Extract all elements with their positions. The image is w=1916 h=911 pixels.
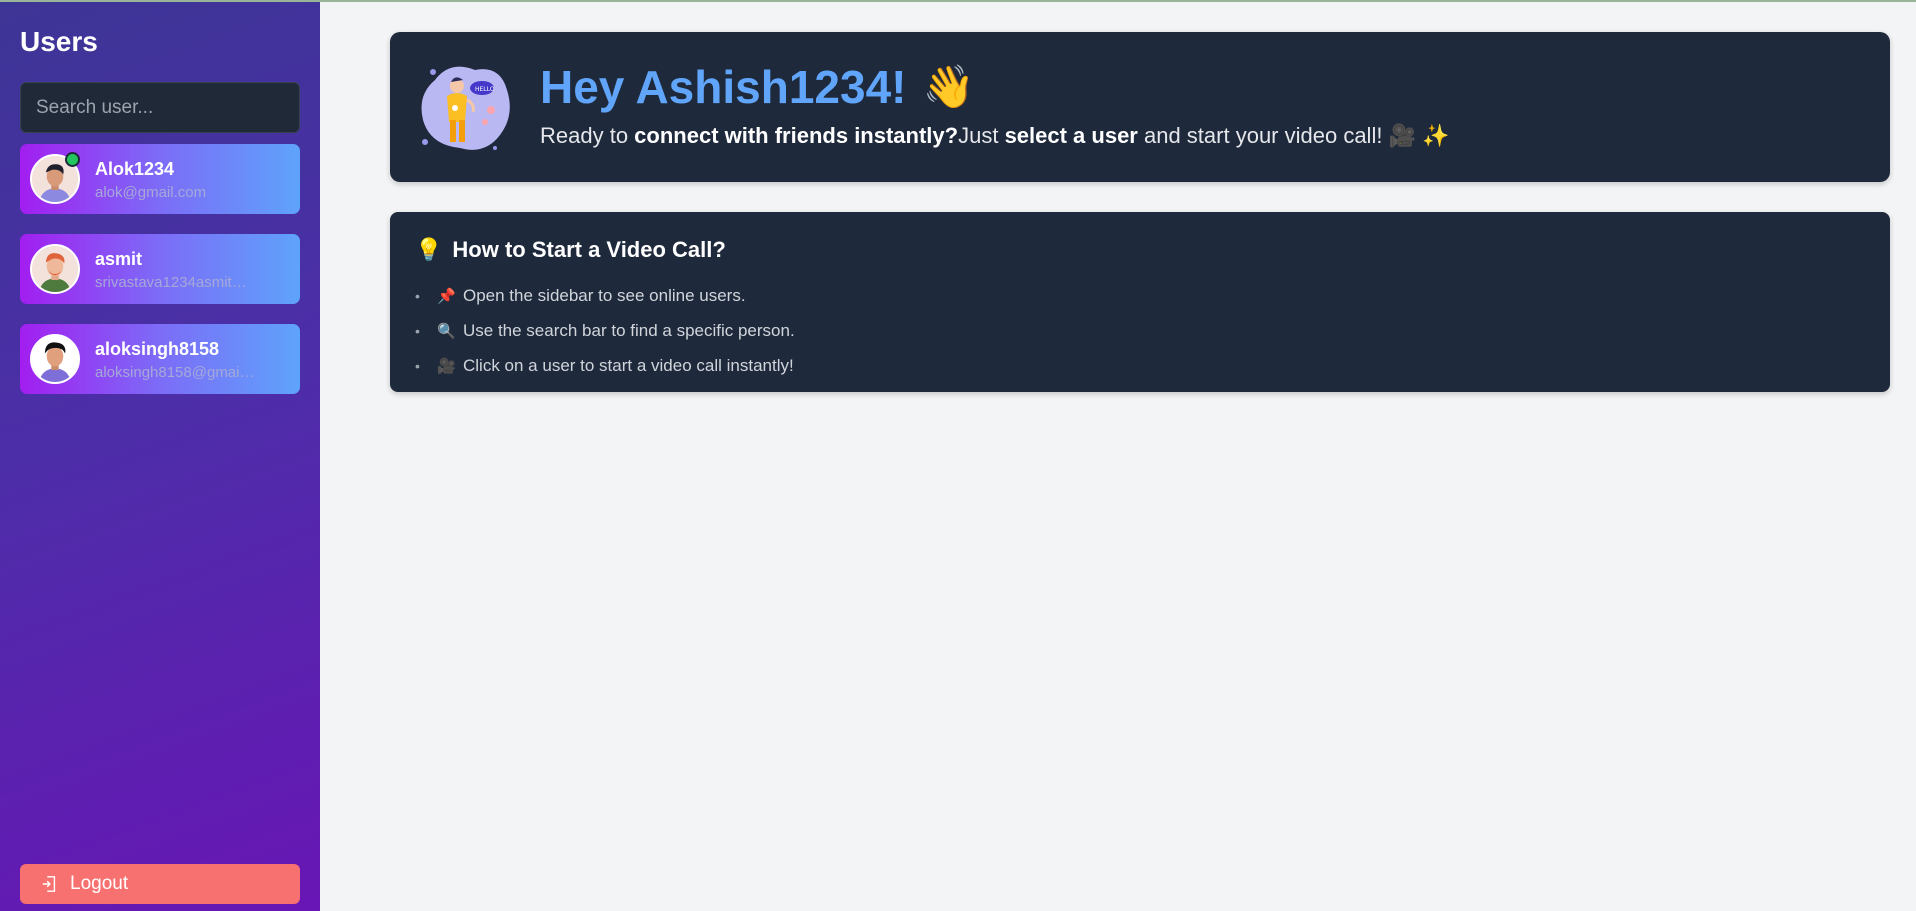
- subtitle-middle: Just: [958, 123, 1005, 148]
- user-name: Alok1234: [95, 159, 175, 179]
- bullet-icon: •: [415, 287, 420, 304]
- list-item: • 📌 Open the sidebar to see online users…: [415, 278, 795, 313]
- user-card-alok1234[interactable]: Alok1234 alok@gmail.com: [20, 144, 300, 214]
- list-item: • 🎥 Click on a user to start a video cal…: [415, 348, 795, 383]
- avatar: [30, 334, 80, 384]
- welcome-card: HELLO Hey Ashish1234! 👋 Ready to connect…: [390, 32, 1890, 182]
- howto-steps-list: • 📌 Open the sidebar to see online users…: [415, 278, 795, 383]
- video-camera-icon: 🎥: [437, 357, 456, 375]
- bullet-icon: •: [415, 357, 420, 374]
- sidebar-title: Users: [20, 26, 98, 57]
- user-name: asmit: [95, 249, 143, 269]
- subtitle-bold-connect: connect with friends instantly?: [634, 123, 959, 148]
- user-email: srivastava1234asmit@...: [95, 274, 255, 291]
- online-status-dot: [65, 152, 80, 167]
- logout-button[interactable]: Logout: [20, 864, 300, 904]
- subtitle-prefix: Ready to: [540, 123, 635, 148]
- welcome-subtitle: Ready to connect with friends instantly?…: [540, 123, 1449, 149]
- howto-title: 💡 How to Start a Video Call?: [415, 237, 726, 263]
- pushpin-icon: 📌: [437, 287, 456, 305]
- user-email: alok@gmail.com: [95, 184, 207, 201]
- sidebar: Users Alok1234 alok@gmail.com: [0, 0, 320, 911]
- subtitle-bold-select: select a user: [1004, 123, 1138, 148]
- greeting-text: Hey Ashish1234!: [540, 61, 907, 113]
- step-text: Open the sidebar to see online users.: [463, 285, 746, 305]
- user-email: aloksingh8158@gmail...: [95, 364, 255, 381]
- logout-label: Logout: [70, 873, 129, 894]
- magnifier-icon: 🔍: [437, 322, 456, 340]
- user-card-asmit[interactable]: asmit srivastava1234asmit@...: [20, 234, 300, 304]
- howto-title-text: How to Start a Video Call?: [452, 237, 726, 262]
- avatar: [30, 244, 80, 294]
- hello-chat-illustration: HELLO: [421, 66, 510, 150]
- step-text: Use the search bar to find a specific pe…: [463, 320, 795, 340]
- list-item: • 🔍 Use the search bar to find a specifi…: [415, 313, 795, 348]
- greeting-heading: Hey Ashish1234! 👋: [540, 60, 975, 114]
- subtitle-suffix: and start your video call! 🎥 ✨: [1137, 123, 1450, 148]
- user-name: aloksingh8158: [95, 339, 220, 359]
- lightbulb-icon: 💡: [415, 237, 443, 262]
- bullet-icon: •: [415, 322, 420, 339]
- user-card-aloksingh8158[interactable]: aloksingh8158 aloksingh8158@gmail...: [20, 324, 300, 394]
- svg-text:HELLO: HELLO: [475, 86, 495, 93]
- top-border-line: [0, 0, 1916, 2]
- logout-icon: [42, 876, 56, 892]
- search-input[interactable]: [20, 82, 300, 133]
- step-text: Click on a user to start a video call in…: [463, 355, 794, 375]
- howto-card: 💡 How to Start a Video Call? • 📌 Open th…: [390, 212, 1890, 392]
- waving-hand-icon: 👋: [922, 62, 975, 110]
